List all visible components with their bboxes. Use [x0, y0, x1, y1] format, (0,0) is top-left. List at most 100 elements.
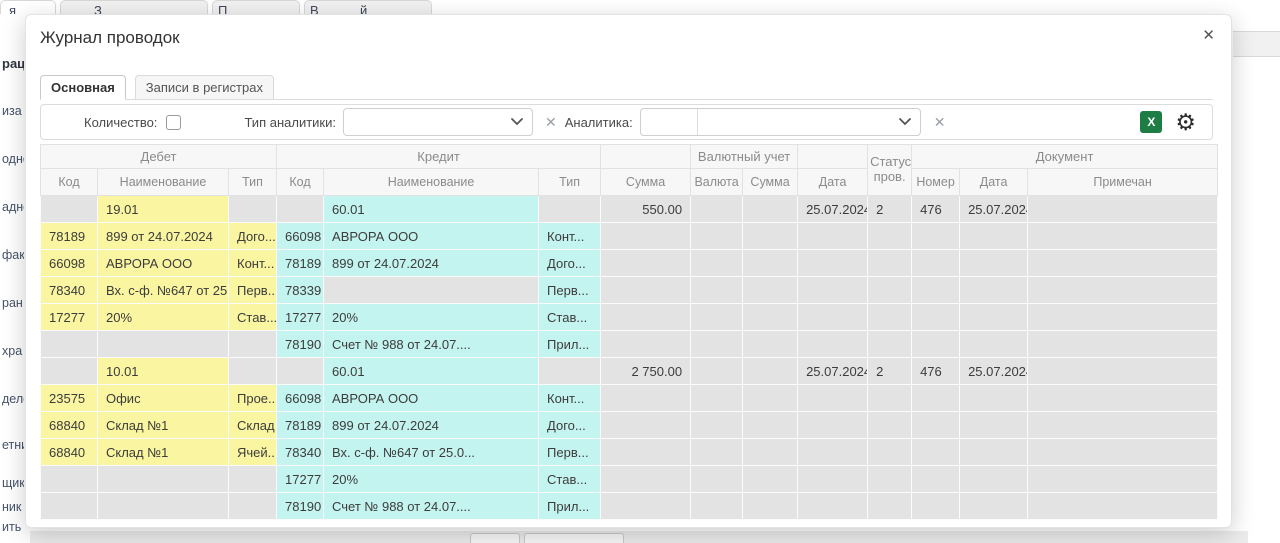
cell[interactable]: [277, 358, 324, 385]
cell[interactable]: [229, 358, 277, 385]
cell[interactable]: [960, 331, 1028, 358]
cell[interactable]: [1028, 466, 1218, 493]
cell[interactable]: Склад №1: [98, 439, 229, 466]
cell[interactable]: 25.07.2024: [960, 196, 1028, 223]
posting-row[interactable]: 1727720%Став...1727720%Став...: [41, 304, 1218, 331]
background-tab[interactable]: Вй: [304, 0, 432, 14]
cell[interactable]: [601, 331, 691, 358]
cell[interactable]: Ячей...: [229, 439, 277, 466]
cell[interactable]: [960, 304, 1028, 331]
clear-analytics-icon[interactable]: ✕: [934, 114, 946, 131]
cell[interactable]: [743, 439, 798, 466]
cell[interactable]: Склад №1: [98, 412, 229, 439]
export-excel-button[interactable]: X: [1140, 111, 1162, 133]
cell[interactable]: [691, 196, 743, 223]
cell[interactable]: [601, 385, 691, 412]
cell[interactable]: 78190: [277, 493, 324, 520]
cell[interactable]: Перв...: [539, 439, 601, 466]
cell[interactable]: [960, 439, 1028, 466]
cell[interactable]: [691, 412, 743, 439]
background-tab-active[interactable]: я: [0, 0, 56, 14]
cell[interactable]: [912, 277, 960, 304]
cell[interactable]: [912, 331, 960, 358]
column-header-currency[interactable]: Валюта: [691, 169, 743, 196]
cell[interactable]: [1028, 223, 1218, 250]
cell[interactable]: 78189: [41, 223, 98, 250]
cell[interactable]: 25.07.2024: [960, 358, 1028, 385]
cell[interactable]: [960, 250, 1028, 277]
cell[interactable]: [743, 493, 798, 520]
cell[interactable]: [691, 358, 743, 385]
cell[interactable]: 68840: [41, 412, 98, 439]
posting-row[interactable]: 68840Склад №1Ячей...78340Вх. с-ф. №647 о…: [41, 439, 1218, 466]
cell[interactable]: [798, 466, 868, 493]
cell[interactable]: АВРОРА ООО: [98, 250, 229, 277]
analytics-select[interactable]: [698, 109, 920, 135]
cell[interactable]: АВРОРА ООО: [324, 385, 539, 412]
cell[interactable]: [798, 304, 868, 331]
cell[interactable]: [960, 412, 1028, 439]
cell[interactable]: 78340: [277, 439, 324, 466]
column-header-currency-sum[interactable]: Сумма: [743, 169, 798, 196]
cell[interactable]: [868, 412, 912, 439]
cell[interactable]: [229, 466, 277, 493]
settings-gear-icon[interactable]: ⚙: [1175, 111, 1196, 134]
column-header-debit-name[interactable]: Наименование: [98, 169, 229, 196]
cell[interactable]: [798, 385, 868, 412]
cell[interactable]: [691, 277, 743, 304]
cell[interactable]: [960, 466, 1028, 493]
cell[interactable]: [1028, 250, 1218, 277]
cell[interactable]: [1028, 358, 1218, 385]
cell[interactable]: Прил...: [539, 493, 601, 520]
cell[interactable]: Дого...: [539, 250, 601, 277]
cell[interactable]: [601, 223, 691, 250]
column-header-doc-date[interactable]: Дата: [960, 169, 1028, 196]
background-tab[interactable]: З: [60, 0, 208, 14]
cell[interactable]: 66098: [41, 250, 98, 277]
cell[interactable]: [798, 223, 868, 250]
cell[interactable]: Прил...: [539, 331, 601, 358]
posting-row[interactable]: 78340Вх. с-ф. №647 от 25.0...Перв...7833…: [41, 277, 1218, 304]
cell[interactable]: [601, 439, 691, 466]
cell[interactable]: [743, 358, 798, 385]
cell[interactable]: [868, 493, 912, 520]
cell[interactable]: Прое...: [229, 385, 277, 412]
cell[interactable]: Склад: [229, 412, 277, 439]
cell[interactable]: 2: [868, 358, 912, 385]
cell[interactable]: Дого...: [539, 412, 601, 439]
cell[interactable]: 68840: [41, 439, 98, 466]
cell[interactable]: 10.01: [98, 358, 229, 385]
analytics-type-select[interactable]: [343, 108, 533, 136]
cell[interactable]: 60.01: [324, 196, 539, 223]
cell[interactable]: 19.01: [98, 196, 229, 223]
cell[interactable]: 25.07.2024: [798, 358, 868, 385]
cell[interactable]: 17277: [277, 466, 324, 493]
cell[interactable]: [868, 466, 912, 493]
cell[interactable]: [960, 223, 1028, 250]
cell[interactable]: [41, 493, 98, 520]
cell[interactable]: [912, 466, 960, 493]
cell[interactable]: [691, 385, 743, 412]
cell[interactable]: Перв...: [539, 277, 601, 304]
cell[interactable]: [743, 385, 798, 412]
cell[interactable]: [691, 250, 743, 277]
cell[interactable]: [539, 196, 601, 223]
cell[interactable]: [229, 493, 277, 520]
cell[interactable]: [1028, 304, 1218, 331]
cell[interactable]: [743, 196, 798, 223]
cell[interactable]: [912, 304, 960, 331]
cell[interactable]: [601, 277, 691, 304]
cell[interactable]: Офис: [98, 385, 229, 412]
column-header-credit-code[interactable]: Код: [277, 169, 324, 196]
cell[interactable]: [868, 304, 912, 331]
cell[interactable]: 2: [868, 196, 912, 223]
cell[interactable]: 476: [912, 196, 960, 223]
cell[interactable]: 17277: [277, 304, 324, 331]
cell[interactable]: Вх. с-ф. №647 от 25.0...: [98, 277, 229, 304]
cell[interactable]: 17277: [41, 304, 98, 331]
cell[interactable]: [601, 304, 691, 331]
cell[interactable]: [743, 331, 798, 358]
cell[interactable]: [912, 493, 960, 520]
cell[interactable]: [691, 466, 743, 493]
cell[interactable]: [798, 277, 868, 304]
